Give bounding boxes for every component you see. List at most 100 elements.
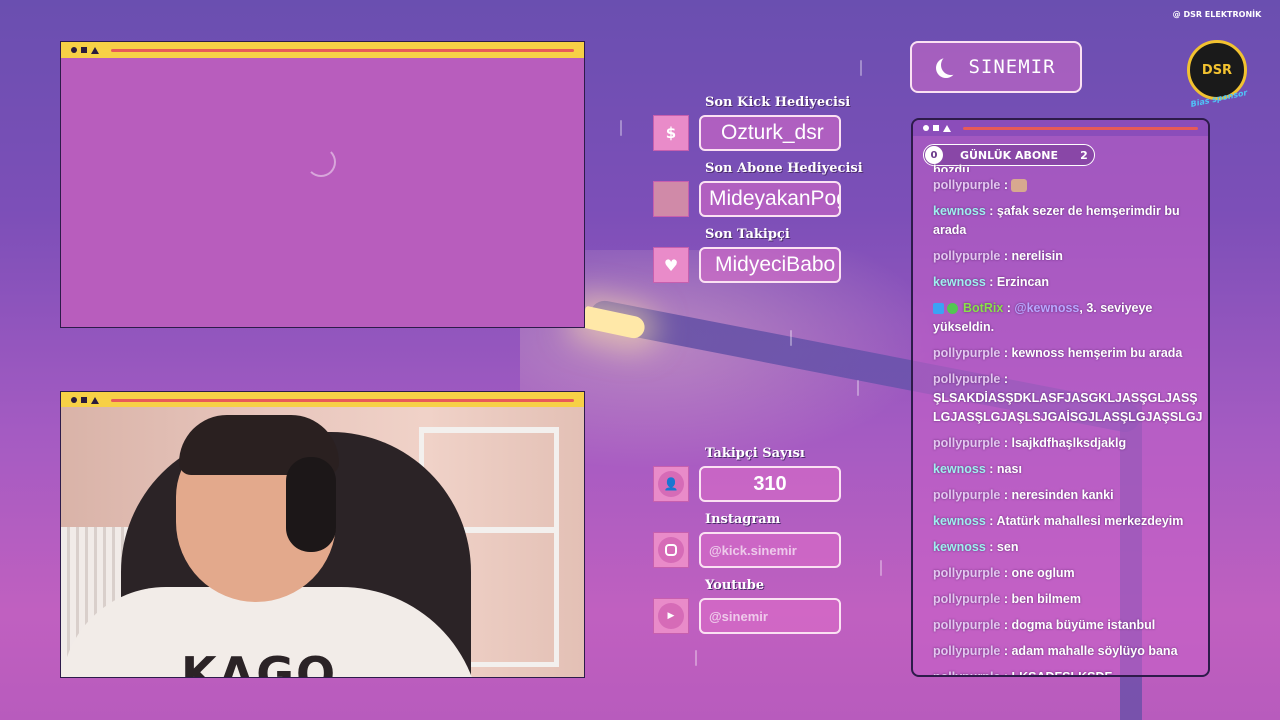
daily-sub-goal-value: 2	[1080, 148, 1088, 162]
chat-text: one oglum	[1011, 566, 1075, 580]
chat-separator: :	[1000, 644, 1012, 658]
sponsor-logo: @ DSR ELEKTRONİK DSR Bias sponsor	[1172, 10, 1262, 110]
chat-separator: :	[1000, 488, 1012, 502]
chat-text: nası	[996, 462, 1022, 476]
game-capture-window	[60, 41, 585, 328]
chat-username[interactable]: pollypurple	[933, 372, 1000, 386]
window-triangle-icon	[91, 396, 99, 404]
chat-username[interactable]: pollypurple	[933, 618, 1000, 632]
chat-separator: :	[1000, 178, 1012, 192]
chat-message: pollypurple : LKSADFŞLKSDF	[933, 668, 1205, 677]
chat-separator: :	[1000, 372, 1009, 386]
instagram-link[interactable]: @kick.sinemir	[699, 532, 841, 568]
chat-text: ben bilmem	[1011, 592, 1081, 606]
chat-username[interactable]: pollypurple	[933, 488, 1000, 502]
daily-sub-current: 0	[925, 146, 943, 164]
chat-text: lsajkdfhaşlksdjaklg	[1011, 436, 1127, 450]
loading-spinner-icon	[306, 147, 336, 177]
chat-titlebar	[913, 120, 1208, 136]
instagram-label: Instagram	[705, 512, 781, 527]
chat-separator: :	[1003, 301, 1015, 315]
webcam-feed: KAGO	[61, 407, 584, 677]
chat-username[interactable]: kewnoss	[933, 275, 986, 289]
sub-gift-value: MideyakanPog	[699, 181, 841, 217]
chat-separator: :	[1000, 670, 1012, 677]
chat-username[interactable]: pollypurple	[933, 249, 1000, 263]
chat-username[interactable]: pollypurple	[933, 566, 1000, 580]
chat-username[interactable]: pollypurple	[933, 346, 1000, 360]
chat-username[interactable]: pollypurple	[933, 670, 1000, 675]
followers-count-value: 310	[699, 466, 841, 502]
window-square-icon	[81, 397, 87, 403]
chat-separator: :	[985, 540, 997, 554]
heart-icon: ♥	[653, 247, 689, 283]
chat-separator: :	[985, 275, 997, 289]
kick-gift-value: Ozturk_dsr	[699, 115, 841, 151]
chat-username[interactable]: pollypurple	[933, 592, 1000, 606]
window-bar-line	[963, 126, 1198, 130]
chat-text: adam mahalle söylüyo bana	[1011, 644, 1178, 658]
follower-label: Son Takipçi	[705, 227, 790, 242]
window-square-icon	[81, 47, 87, 53]
user-icon: 👤	[653, 466, 689, 502]
chat-text: dogma büyüme istanbul	[1011, 618, 1156, 632]
gift-box-icon	[653, 181, 689, 217]
window-bar-line	[111, 398, 574, 402]
chat-message-list: pollypurple : kewnoss : şafak sezer de h…	[933, 176, 1205, 677]
chat-text: neresinden kanki	[1011, 488, 1114, 502]
chat-text: Atatürk mahallesi merkezdeyim	[996, 514, 1184, 528]
chat-message: pollypurple : nerelisin	[933, 247, 1205, 266]
moon-icon	[941, 55, 961, 75]
youtube-link[interactable]: @sinemir	[699, 598, 841, 634]
rain-drop	[790, 330, 792, 346]
window-titlebar	[61, 392, 584, 408]
chat-separator: :	[985, 204, 997, 218]
daily-sub-goal: 0 GÜNLÜK ABONE 2	[923, 144, 1095, 166]
chat-username[interactable]: pollypurple	[933, 644, 1000, 658]
bot-badge-icon	[933, 303, 944, 315]
chat-message: pollypurple : ŞLSAKDİASŞDKLASFJASGKLJASŞ…	[933, 370, 1205, 427]
chat-cut-line: bozdu	[933, 164, 970, 172]
chat-mention[interactable]: @kewnoss	[1014, 301, 1079, 315]
chat-message: kewnoss : nası	[933, 460, 1205, 479]
chat-separator: :	[985, 462, 997, 476]
chat-username[interactable]: kewnoss	[933, 204, 986, 218]
chat-username[interactable]: BotRix	[963, 301, 1003, 315]
headset-icon	[286, 457, 336, 552]
chat-message: kewnoss : Erzincan	[933, 273, 1205, 292]
window-titlebar	[61, 42, 584, 58]
rain-drop	[860, 60, 862, 76]
chat-separator: :	[1000, 618, 1012, 632]
chat-username[interactable]: kewnoss	[933, 514, 986, 528]
chat-username[interactable]: pollypurple	[933, 178, 1000, 192]
chat-separator: :	[1000, 249, 1012, 263]
chat-message: pollypurple : lsajkdfhaşlksdjaklg	[933, 434, 1205, 453]
rain-drop	[695, 650, 697, 666]
chat-message: pollypurple : one oglum	[933, 564, 1205, 583]
chat-message: kewnoss : şafak sezer de hemşerimdir bu …	[933, 202, 1205, 240]
chat-separator: :	[985, 514, 997, 528]
chat-message: kewnoss : sen	[933, 538, 1205, 557]
chat-messages: bozdu pollypurple : kewnoss : şafak seze…	[933, 164, 1205, 677]
chat-message: pollypurple : neresinden kanki	[933, 486, 1205, 505]
chat-text: Erzincan	[996, 275, 1050, 289]
chat-username[interactable]: pollypurple	[933, 436, 1000, 450]
chat-message: pollypurple : adam mahalle söylüyo bana	[933, 642, 1205, 661]
chat-window: 0 GÜNLÜK ABONE 2 bozdu pollypurple : kew…	[911, 118, 1210, 677]
dollar-icon: $	[653, 115, 689, 151]
chat-message: kewnoss : Atatürk mahallesi merkezdeyim	[933, 512, 1205, 531]
streamer-name: SINEMIR	[968, 56, 1056, 78]
streamer-name-badge: SINEMIR	[910, 41, 1082, 93]
chat-message: pollypurple : kewnoss hemşerim bu arada	[933, 344, 1205, 363]
shirt-print: KAGO	[181, 647, 338, 677]
followers-count-label: Takipçi Sayısı	[705, 446, 805, 461]
chat-text: LKSADFŞLKSDF	[1011, 670, 1113, 677]
chat-username[interactable]: kewnoss	[933, 462, 986, 476]
window-dot-icon	[71, 397, 77, 403]
chat-message: pollypurple : ben bilmem	[933, 590, 1205, 609]
window-triangle-icon	[91, 46, 99, 54]
chat-username[interactable]: kewnoss	[933, 540, 986, 554]
chat-text: kewnoss hemşerim bu arada	[1011, 346, 1183, 360]
rain-drop	[880, 560, 882, 576]
follower-value: MidyeciBabo	[699, 247, 841, 283]
